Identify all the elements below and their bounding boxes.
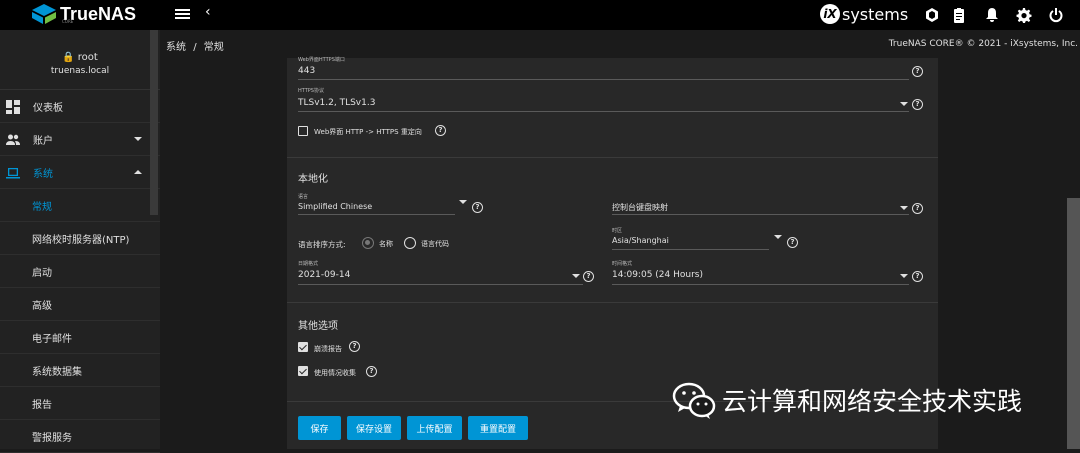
breadcrumb: 系统 / 常规 bbox=[166, 38, 224, 53]
usage-collection-label: 使用情况收集 bbox=[314, 369, 356, 377]
timezone-label: 时区 bbox=[612, 228, 623, 234]
https-port-input[interactable]: 443 bbox=[298, 66, 315, 76]
people-icon bbox=[6, 133, 20, 147]
ix-logo-icon: iX bbox=[820, 4, 840, 24]
help-icon[interactable]: ? bbox=[912, 66, 923, 77]
sidebar-item-advanced[interactable]: 高级 bbox=[0, 288, 160, 321]
time-format-label: 时间格式 bbox=[612, 261, 633, 267]
redirect-checkbox[interactable] bbox=[298, 126, 308, 136]
help-icon[interactable]: ? bbox=[435, 125, 446, 136]
redirect-label: Web界面 HTTP -> HTTPS 重定向 bbox=[314, 128, 422, 136]
clipboard-icon[interactable] bbox=[951, 7, 967, 23]
sidebar-item-reporting[interactable]: 报告 bbox=[0, 387, 160, 420]
language-select[interactable]: Simplified Chinese bbox=[298, 202, 372, 211]
chevron-down-icon[interactable] bbox=[572, 274, 580, 278]
save-config-button[interactable]: 保存设置 bbox=[347, 416, 401, 440]
usage-collection-checkbox[interactable] bbox=[298, 366, 308, 376]
sort-by-name-label: 名称 bbox=[379, 240, 393, 248]
help-icon[interactable]: ? bbox=[912, 99, 923, 110]
user-info: 🔒 root truenas.local bbox=[0, 30, 160, 90]
sidebar-item-ntp[interactable]: 网络校时服务器(NTP) bbox=[0, 222, 160, 255]
language-label: 语言 bbox=[298, 194, 309, 200]
sidebar-item-alert-services[interactable]: 警报服务 bbox=[0, 420, 160, 453]
lock-icon: 🔒 bbox=[62, 52, 75, 63]
wechat-icon bbox=[672, 382, 716, 419]
chevron-down-icon[interactable] bbox=[900, 274, 908, 278]
chevron-down-icon[interactable] bbox=[459, 200, 467, 204]
chevron-up-icon bbox=[134, 170, 142, 174]
help-icon[interactable]: ? bbox=[912, 271, 923, 282]
user-name: root bbox=[77, 52, 98, 63]
gear-icon[interactable] bbox=[1016, 7, 1032, 23]
dashboard-icon bbox=[6, 100, 20, 114]
bell-icon[interactable] bbox=[984, 7, 1000, 23]
time-format-select[interactable]: 14:09:05 (24 Hours) bbox=[612, 270, 703, 280]
upload-config-button[interactable]: 上传配置 bbox=[407, 416, 462, 440]
sidebar-item-accounts[interactable]: 账户 bbox=[0, 123, 160, 156]
sidebar-scrollbar[interactable] bbox=[150, 30, 158, 215]
help-icon[interactable]: ? bbox=[787, 237, 798, 248]
sort-by-name-radio[interactable] bbox=[362, 237, 374, 249]
help-icon[interactable]: ? bbox=[583, 271, 594, 282]
https-port-label: Web界面HTTPS端口 bbox=[298, 57, 345, 63]
ixsystems-logo: iX systems bbox=[820, 4, 908, 24]
truecommand-icon[interactable] bbox=[924, 7, 940, 23]
help-icon[interactable]: ? bbox=[366, 366, 377, 377]
date-format-label: 日期格式 bbox=[298, 261, 319, 267]
other-options-title: 其他选项 bbox=[298, 321, 338, 332]
crash-report-label: 崩溃报告 bbox=[314, 345, 342, 353]
chevron-down-icon[interactable] bbox=[900, 102, 908, 106]
chevron-down-icon bbox=[134, 137, 142, 141]
language-sort-label: 语言排序方式: bbox=[298, 240, 346, 249]
truenas-logo-icon bbox=[32, 4, 56, 24]
sidebar: 🔒 root truenas.local 仪表板 账户 系统 常规 网络校时服务… bbox=[0, 30, 160, 453]
sidebar-item-boot[interactable]: 启动 bbox=[0, 255, 160, 288]
breadcrumb-system[interactable]: 系统 bbox=[166, 42, 186, 53]
power-icon[interactable] bbox=[1048, 7, 1064, 23]
breadcrumb-separator: / bbox=[193, 42, 197, 53]
sidebar-item-dashboard[interactable]: 仪表板 bbox=[0, 90, 160, 123]
chevron-left-icon[interactable]: ‹ bbox=[205, 4, 211, 20]
chevron-down-icon[interactable] bbox=[774, 235, 782, 239]
sidebar-item-email[interactable]: 电子邮件 bbox=[0, 321, 160, 354]
brand-sub: CORE bbox=[62, 19, 74, 24]
wechat-watermark: 云计算和网络安全技术实践 bbox=[672, 380, 1022, 420]
date-format-select[interactable]: 2021-09-14 bbox=[298, 270, 350, 280]
sidebar-item-system-dataset[interactable]: 系统数据集 bbox=[0, 354, 160, 387]
breadcrumb-bar: 系统 / 常规 TrueNAS CORE® © 2021 - iXsystems… bbox=[160, 30, 1080, 58]
ix-logo-text: systems bbox=[842, 4, 909, 24]
menu-toggle-button[interactable] bbox=[175, 7, 190, 22]
truenas-logo[interactable]: TrueNAS bbox=[32, 4, 136, 24]
laptop-icon bbox=[6, 166, 20, 180]
save-button[interactable]: 保存 bbox=[298, 416, 341, 440]
sidebar-item-system[interactable]: 系统 bbox=[0, 156, 160, 189]
sort-by-code-label: 语言代码 bbox=[421, 240, 449, 248]
reset-config-button[interactable]: 重置配置 bbox=[468, 416, 528, 440]
console-keyboard-label: 控制台键盘映射 bbox=[612, 203, 668, 212]
crash-report-checkbox[interactable] bbox=[298, 342, 308, 352]
host-name: truenas.local bbox=[50, 66, 110, 76]
sidebar-item-general[interactable]: 常规 bbox=[0, 189, 160, 222]
help-icon[interactable]: ? bbox=[472, 202, 483, 213]
https-protocols-label: HTTPS协议 bbox=[298, 88, 324, 94]
breadcrumb-general: 常规 bbox=[203, 42, 224, 53]
main-scrollbar-thumb[interactable] bbox=[1067, 198, 1080, 449]
top-bar: TrueNAS CORE ‹ iX systems bbox=[0, 0, 1080, 30]
copyright-text: TrueNAS CORE® © 2021 - iXsystems, Inc. bbox=[888, 39, 1078, 49]
localization-title: 本地化 bbox=[298, 174, 328, 185]
watermark-text: 云计算和网络安全技术实践 bbox=[722, 387, 1023, 416]
https-protocols-select[interactable]: TLSv1.2, TLSv1.3 bbox=[298, 98, 375, 108]
help-icon[interactable]: ? bbox=[912, 203, 923, 214]
help-icon[interactable]: ? bbox=[349, 341, 360, 352]
sort-by-code-radio[interactable] bbox=[404, 237, 416, 249]
chevron-down-icon[interactable] bbox=[900, 206, 908, 210]
timezone-select[interactable]: Asia/Shanghai bbox=[612, 236, 669, 245]
